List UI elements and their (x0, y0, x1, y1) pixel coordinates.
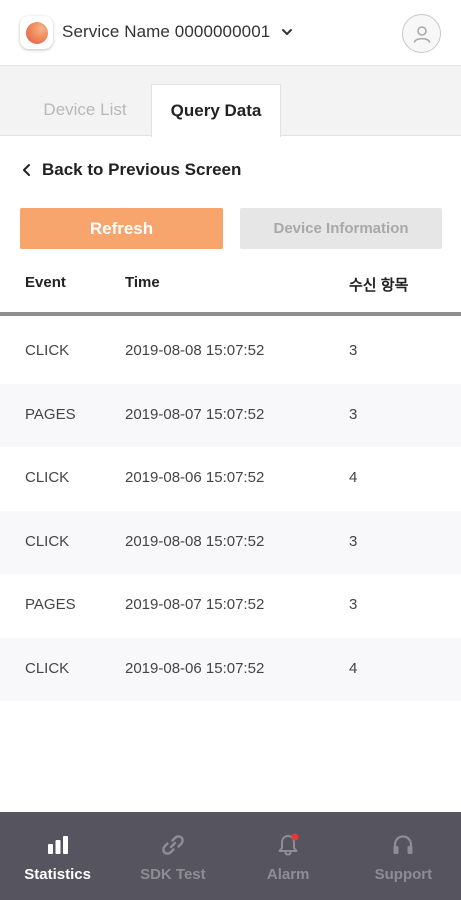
header-count: 수신 항목 (349, 277, 409, 294)
cell-time: 2019-08-08 15:07:52 (125, 532, 265, 550)
table-row[interactable]: PAGES 2019-08-07 15:07:52 3 (0, 574, 461, 638)
tab-bar: Device List Query Data (0, 66, 461, 137)
app-header: Service Name 0000000001 (0, 0, 461, 66)
back-link[interactable]: Back to Previous Screen (22, 160, 241, 180)
nav-label: SDK Test (140, 866, 206, 883)
cell-count: 3 (349, 532, 358, 550)
cell-count: 3 (349, 596, 358, 613)
bell-icon (278, 833, 299, 856)
cell-event: CLICK (25, 469, 70, 486)
cell-event: CLICK (25, 659, 70, 677)
tab-device-list[interactable]: Device List (20, 84, 150, 136)
cell-time: 2019-08-08 15:07:52 (125, 342, 265, 359)
cell-event: PAGES (25, 405, 76, 423)
nav-statistics[interactable]: Statistics (0, 812, 115, 900)
nav-alarm[interactable]: Alarm (231, 812, 346, 900)
cell-time: 2019-08-07 15:07:52 (125, 596, 265, 613)
table-row[interactable]: CLICK 2019-08-08 15:07:52 3 (0, 510, 461, 574)
profile-button[interactable] (402, 14, 441, 53)
cell-count: 4 (349, 469, 358, 486)
logo-mark (25, 21, 48, 44)
cell-event: CLICK (25, 532, 70, 550)
nav-support[interactable]: Support (346, 812, 461, 900)
nav-label: Alarm (266, 866, 310, 883)
back-label: Back to Previous Screen (42, 160, 242, 179)
cell-time: 2019-08-06 15:07:52 (125, 469, 265, 486)
table-header: Event Time 수신 항목 (0, 262, 461, 316)
headset-icon (393, 835, 413, 854)
alarm-badge (291, 833, 299, 841)
tab-query-data[interactable]: Query Data (151, 84, 281, 137)
app-logo-icon (20, 16, 53, 49)
service-selector[interactable]: Service Name 0000000001 (62, 22, 294, 42)
user-icon (413, 25, 430, 43)
header-event: Event (25, 274, 66, 291)
table-row[interactable]: CLICK 2019-08-08 15:07:52 3 (0, 320, 461, 384)
link-icon (162, 835, 184, 855)
table-body: CLICK 2019-08-08 15:07:52 3 PAGES 2019-0… (0, 320, 461, 701)
service-name: Service Name 0000000001 (62, 22, 271, 41)
cell-event: CLICK (25, 342, 70, 359)
nav-label: Support (374, 866, 433, 883)
header-time: Time (125, 274, 160, 291)
cell-time: 2019-08-06 15:07:52 (125, 659, 265, 677)
nav-sdk-test[interactable]: SDK Test (115, 812, 230, 900)
bar-chart-icon (47, 836, 68, 854)
nav-label: Statistics (24, 866, 91, 883)
refresh-button[interactable]: Refresh (20, 208, 223, 249)
device-information-button[interactable]: Device Information (240, 208, 442, 249)
bottom-navigation: Statistics SDK Test Alarm Support (0, 812, 461, 900)
cell-count: 3 (349, 342, 358, 359)
cell-count: 4 (349, 659, 358, 677)
table-row[interactable]: CLICK 2019-08-06 15:07:52 4 (0, 637, 461, 701)
table-row[interactable]: CLICK 2019-08-06 15:07:52 4 (0, 447, 461, 511)
chevron-left-icon (23, 164, 30, 176)
chevron-down-icon (282, 29, 293, 35)
cell-event: PAGES (25, 596, 76, 613)
table-row[interactable]: PAGES 2019-08-07 15:07:52 3 (0, 383, 461, 447)
cell-time: 2019-08-07 15:07:52 (125, 405, 265, 423)
cell-count: 3 (349, 405, 358, 423)
